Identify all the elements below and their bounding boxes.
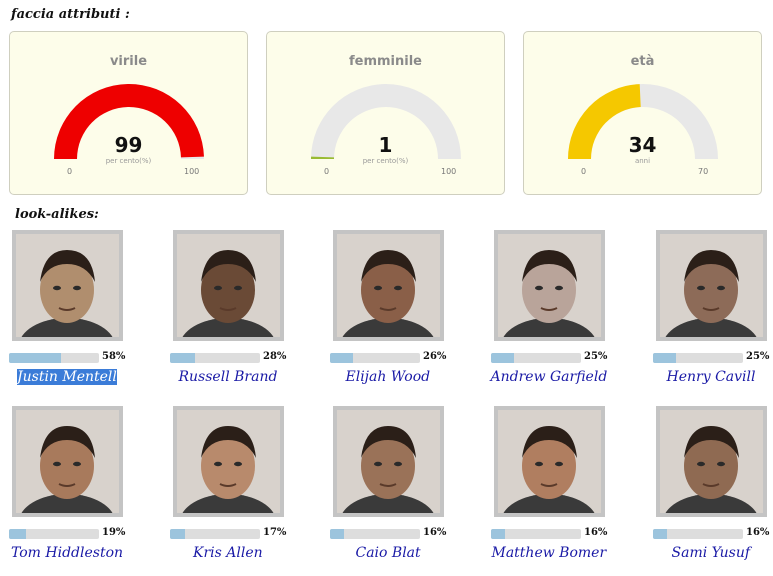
lookalike-name-link[interactable]: Tom Hiddleston <box>11 545 123 561</box>
similarity-percent: 16% <box>746 527 770 538</box>
similarity-percent: 25% <box>746 351 770 362</box>
lookalike-photo[interactable] <box>494 230 605 341</box>
lookalike-photo[interactable] <box>12 230 123 341</box>
gauge-max: 100 <box>441 167 457 176</box>
similarity-bar <box>330 529 420 539</box>
lookalike-photo[interactable] <box>12 406 123 517</box>
similarity-bar-fill <box>9 529 27 539</box>
similarity-bar-fill <box>491 353 514 363</box>
lookalike-photo[interactable] <box>333 230 444 341</box>
gauge-card-femminile: femminile 1 per cento(%) 0 100 <box>266 31 505 195</box>
similarity-bar <box>9 353 99 363</box>
lookalike-name-link[interactable]: Justin Mentell <box>17 369 117 385</box>
similarity-bar-fill <box>491 529 506 539</box>
face-attributes-heading: faccia attributi : <box>11 7 130 22</box>
similarity-percent: 16% <box>584 527 608 538</box>
lookalike-name-link[interactable]: Elijah Wood <box>346 369 431 385</box>
similarity-bar-fill <box>170 529 186 539</box>
lookalike-photo[interactable] <box>333 406 444 517</box>
gauge-dial <box>311 84 461 159</box>
similarity-bar <box>653 353 743 363</box>
similarity-bar-fill <box>170 353 196 363</box>
similarity-percent: 19% <box>102 527 126 538</box>
similarity-bar-fill <box>330 529 345 539</box>
portrait-icon <box>660 410 763 513</box>
lookalike-photo[interactable] <box>656 230 767 341</box>
gauge-value: 1 <box>378 133 393 157</box>
gauge-card-virile: virile 99 per cento(%) 0 100 <box>9 31 248 195</box>
portrait-icon <box>498 410 601 513</box>
similarity-percent: 26% <box>423 351 447 362</box>
portrait-icon <box>177 234 280 337</box>
similarity-bar <box>330 353 420 363</box>
portrait-icon <box>660 234 763 337</box>
gauge-max: 70 <box>698 167 709 176</box>
gauge-dial <box>54 83 204 159</box>
similarity-percent: 17% <box>263 527 287 538</box>
similarity-percent: 25% <box>584 351 608 362</box>
gauge-value: 99 <box>114 133 143 157</box>
similarity-percent: 28% <box>263 351 287 362</box>
similarity-bar <box>653 529 743 539</box>
gauge-max: 100 <box>184 167 200 176</box>
similarity-bar-fill <box>653 529 668 539</box>
lookalike-name-link[interactable]: Henry Cavill <box>667 369 756 385</box>
gauge-dial <box>568 84 718 159</box>
portrait-icon <box>177 410 280 513</box>
lookalike-name-link[interactable]: Kris Allen <box>193 545 263 561</box>
portrait-icon <box>337 410 440 513</box>
similarity-bar <box>170 529 260 539</box>
similarity-bar-fill <box>330 353 354 363</box>
lookalike-photo[interactable] <box>173 406 284 517</box>
lookalike-photo[interactable] <box>173 230 284 341</box>
similarity-bar <box>491 353 581 363</box>
lookalike-name-link[interactable]: Caio Blat <box>356 545 421 561</box>
lookalike-name-link[interactable]: Matthew Bomer <box>492 545 607 561</box>
lookalike-photo[interactable] <box>494 406 605 517</box>
gauge-unit: per cento(%) <box>105 157 152 165</box>
gauge-unit: per cento(%) <box>362 157 409 165</box>
similarity-bar <box>9 529 99 539</box>
lookalikes-heading: look-alikes: <box>15 207 99 222</box>
gauge-unit: anni <box>634 157 651 165</box>
similarity-bar <box>170 353 260 363</box>
similarity-bar <box>491 529 581 539</box>
similarity-percent: 16% <box>423 527 447 538</box>
gauge-min: 0 <box>324 167 330 176</box>
portrait-icon <box>337 234 440 337</box>
lookalike-name-link[interactable]: Russell Brand <box>179 369 278 385</box>
lookalike-name-link[interactable]: Sami Yusuf <box>672 545 751 561</box>
lookalike-name-link[interactable]: Andrew Garfield <box>491 369 608 385</box>
similarity-bar-fill <box>653 353 676 363</box>
gauge-card-eta: età 34 anni 0 70 <box>523 31 762 195</box>
gauge-min: 0 <box>67 167 73 176</box>
portrait-icon <box>16 410 119 513</box>
gauge-value: 34 <box>628 133 657 157</box>
lookalike-photo[interactable] <box>656 406 767 517</box>
similarity-percent: 58% <box>102 351 126 362</box>
similarity-bar-fill <box>9 353 62 363</box>
portrait-icon <box>498 234 601 337</box>
gauge-min: 0 <box>581 167 587 176</box>
portrait-icon <box>16 234 119 337</box>
